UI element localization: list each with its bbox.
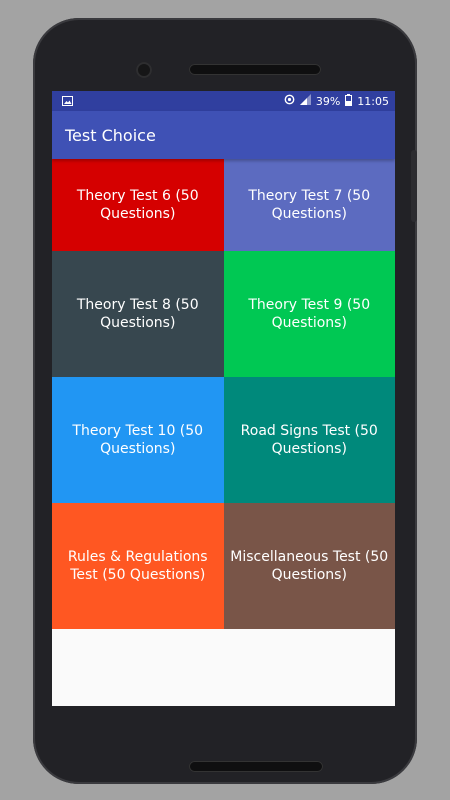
bottom-speaker [189, 761, 323, 772]
tile-road-signs-test[interactable]: Road Signs Test (50 Questions) [223, 377, 395, 503]
tile-label: Rules & Regulations Test (50 Questions) [67, 549, 208, 583]
front-camera [136, 62, 152, 78]
tile-rules-regulations-test[interactable]: Rules & Regulations Test (50 Questions) [52, 503, 224, 629]
tile-theory-test-7[interactable]: Theory Test 7 (50 Questions) [223, 159, 395, 251]
power-button [411, 150, 417, 222]
app-bar: Test Choice [52, 111, 395, 159]
clock: 11:05 [357, 94, 389, 108]
test-grid: Theory Test 6 (50 Questions) Theory Test… [52, 159, 395, 629]
screen: 39% 11:05 Test Choice Theory Test 6 (50 … [52, 91, 395, 706]
tile-theory-test-9[interactable]: Theory Test 9 (50 Questions) [223, 251, 395, 377]
sync-icon [284, 94, 295, 108]
tile-miscellaneous-test[interactable]: Miscellaneous Test (50 Questions) [223, 503, 395, 629]
tile-theory-test-6[interactable]: Theory Test 6 (50 Questions) [52, 159, 224, 251]
tile-label: Theory Test 7 (50 Questions) [248, 188, 371, 222]
tile-label: Theory Test 6 (50 Questions) [76, 188, 199, 222]
signal-icon [299, 94, 311, 108]
tile-label: Theory Test 9 (50 Questions) [248, 297, 371, 331]
status-bar: 39% 11:05 [52, 91, 395, 111]
battery-icon [345, 93, 353, 109]
tile-label: Theory Test 8 (50 Questions) [76, 297, 199, 331]
tile-theory-test-8[interactable]: Theory Test 8 (50 Questions) [52, 251, 224, 377]
tile-label: Miscellaneous Test (50 Questions) [230, 549, 389, 583]
tile-label: Road Signs Test (50 Questions) [240, 423, 378, 457]
image-icon [62, 96, 73, 109]
tile-label: Theory Test 10 (50 Questions) [72, 423, 204, 457]
earpiece-speaker [189, 64, 321, 75]
battery-percent: 39% [315, 94, 341, 108]
page-title: Test Choice [65, 125, 156, 145]
tile-theory-test-10[interactable]: Theory Test 10 (50 Questions) [52, 377, 224, 503]
